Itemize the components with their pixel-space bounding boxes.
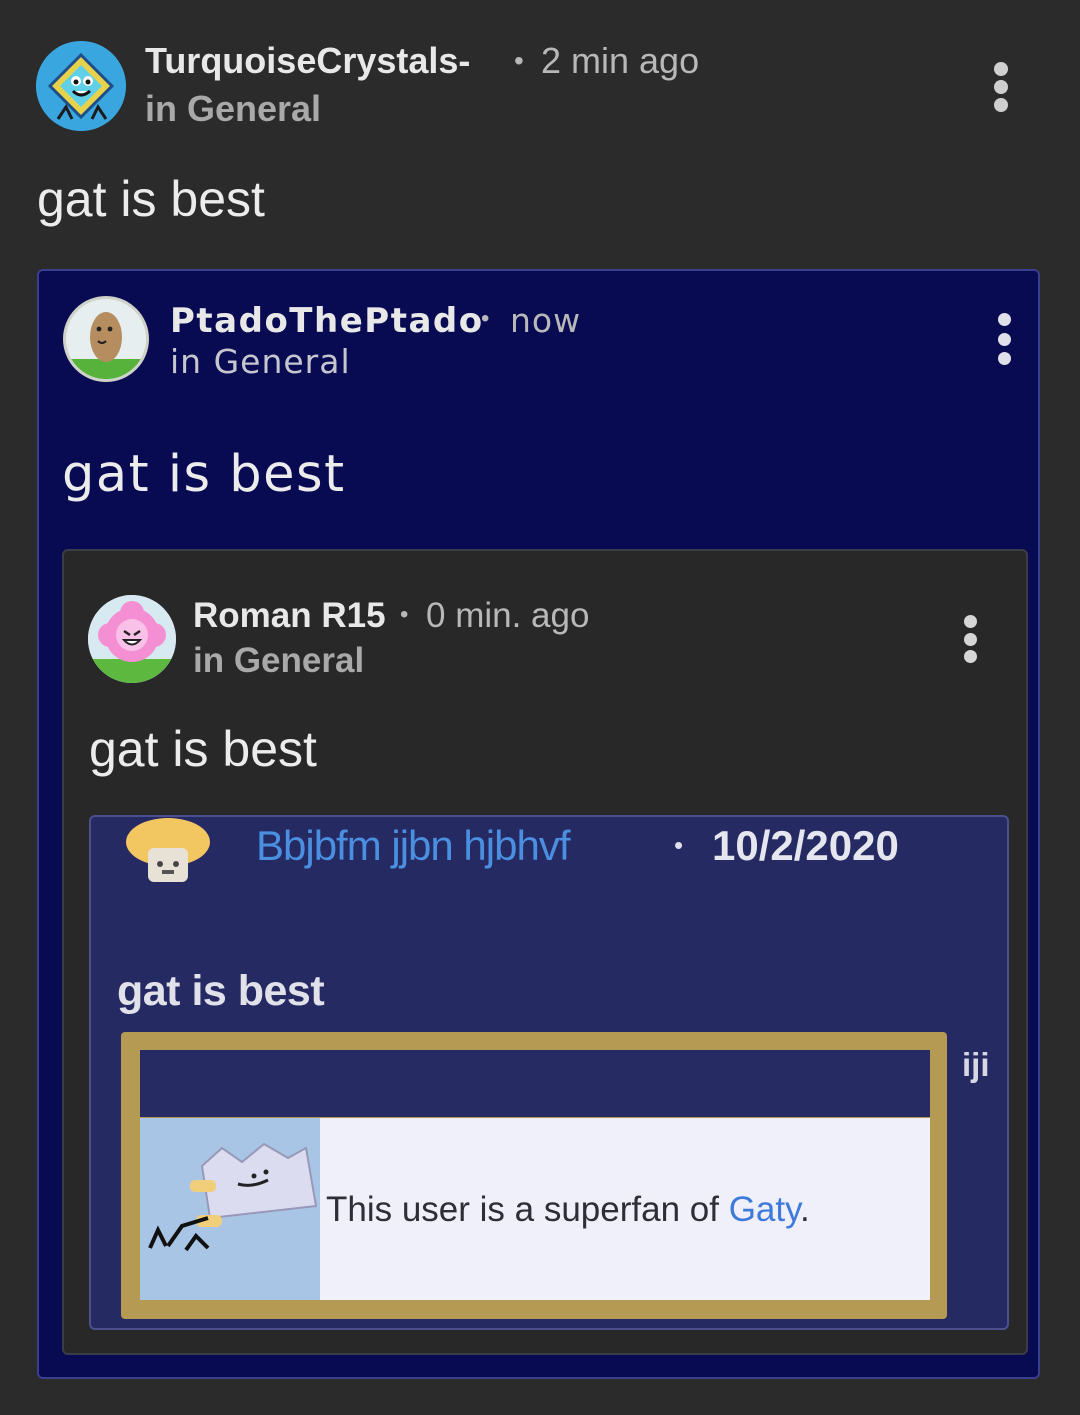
post-author[interactable]: TurquoiseCrystals- <box>145 40 470 82</box>
post-body: gat is best <box>37 171 265 227</box>
quote3-body: gat is best <box>117 967 325 1015</box>
avatar[interactable] <box>122 812 214 890</box>
userbox-text: This user is a superfan of Gaty. <box>326 1190 810 1230</box>
blond-cube-avatar-icon <box>126 818 210 882</box>
gaty-link[interactable]: Gaty <box>729 1190 800 1229</box>
quote3-author[interactable]: Bbjbfm jjbn hjbhvf <box>256 822 571 870</box>
quote3-timestamp: 10/2/2020 <box>712 822 899 869</box>
userbox-text-prefix: This user is a superfan of <box>326 1190 729 1229</box>
userbox-header <box>140 1050 930 1117</box>
userbox-image <box>140 1118 320 1300</box>
userbox-text-suffix: . <box>800 1190 810 1229</box>
quote1-timestamp: now <box>510 301 582 340</box>
more-options-icon[interactable] <box>960 615 980 663</box>
quote1-author[interactable]: PtadoThePtado <box>170 301 484 341</box>
gaty-character-icon <box>140 1118 320 1300</box>
quote2-channel[interactable]: in General <box>193 641 364 681</box>
separator-dot: • <box>514 45 524 76</box>
userbox-side-label: iji <box>962 1046 990 1083</box>
post-channel[interactable]: in General <box>145 88 321 130</box>
avatar[interactable] <box>36 41 126 131</box>
avatar[interactable] <box>63 296 149 382</box>
quote1-channel[interactable]: in General <box>170 342 351 381</box>
avatar[interactable] <box>88 595 176 683</box>
diamond-character-avatar-icon <box>36 41 126 131</box>
more-options-icon[interactable] <box>990 62 1012 112</box>
separator-dot: • <box>481 305 490 332</box>
quote2-author[interactable]: Roman R15 <box>193 596 386 636</box>
quote2-timestamp: 0 min. ago <box>426 596 590 635</box>
quote1-body: gat is best <box>62 445 346 504</box>
separator-dot: • <box>400 601 409 628</box>
post-timestamp: 2 min ago <box>541 40 700 81</box>
separator-dot: • <box>674 830 684 860</box>
pink-flower-character-avatar-icon <box>88 595 176 683</box>
potato-character-avatar-icon <box>66 299 146 379</box>
more-options-icon[interactable] <box>994 313 1014 365</box>
quote2-body: gat is best <box>89 721 317 777</box>
